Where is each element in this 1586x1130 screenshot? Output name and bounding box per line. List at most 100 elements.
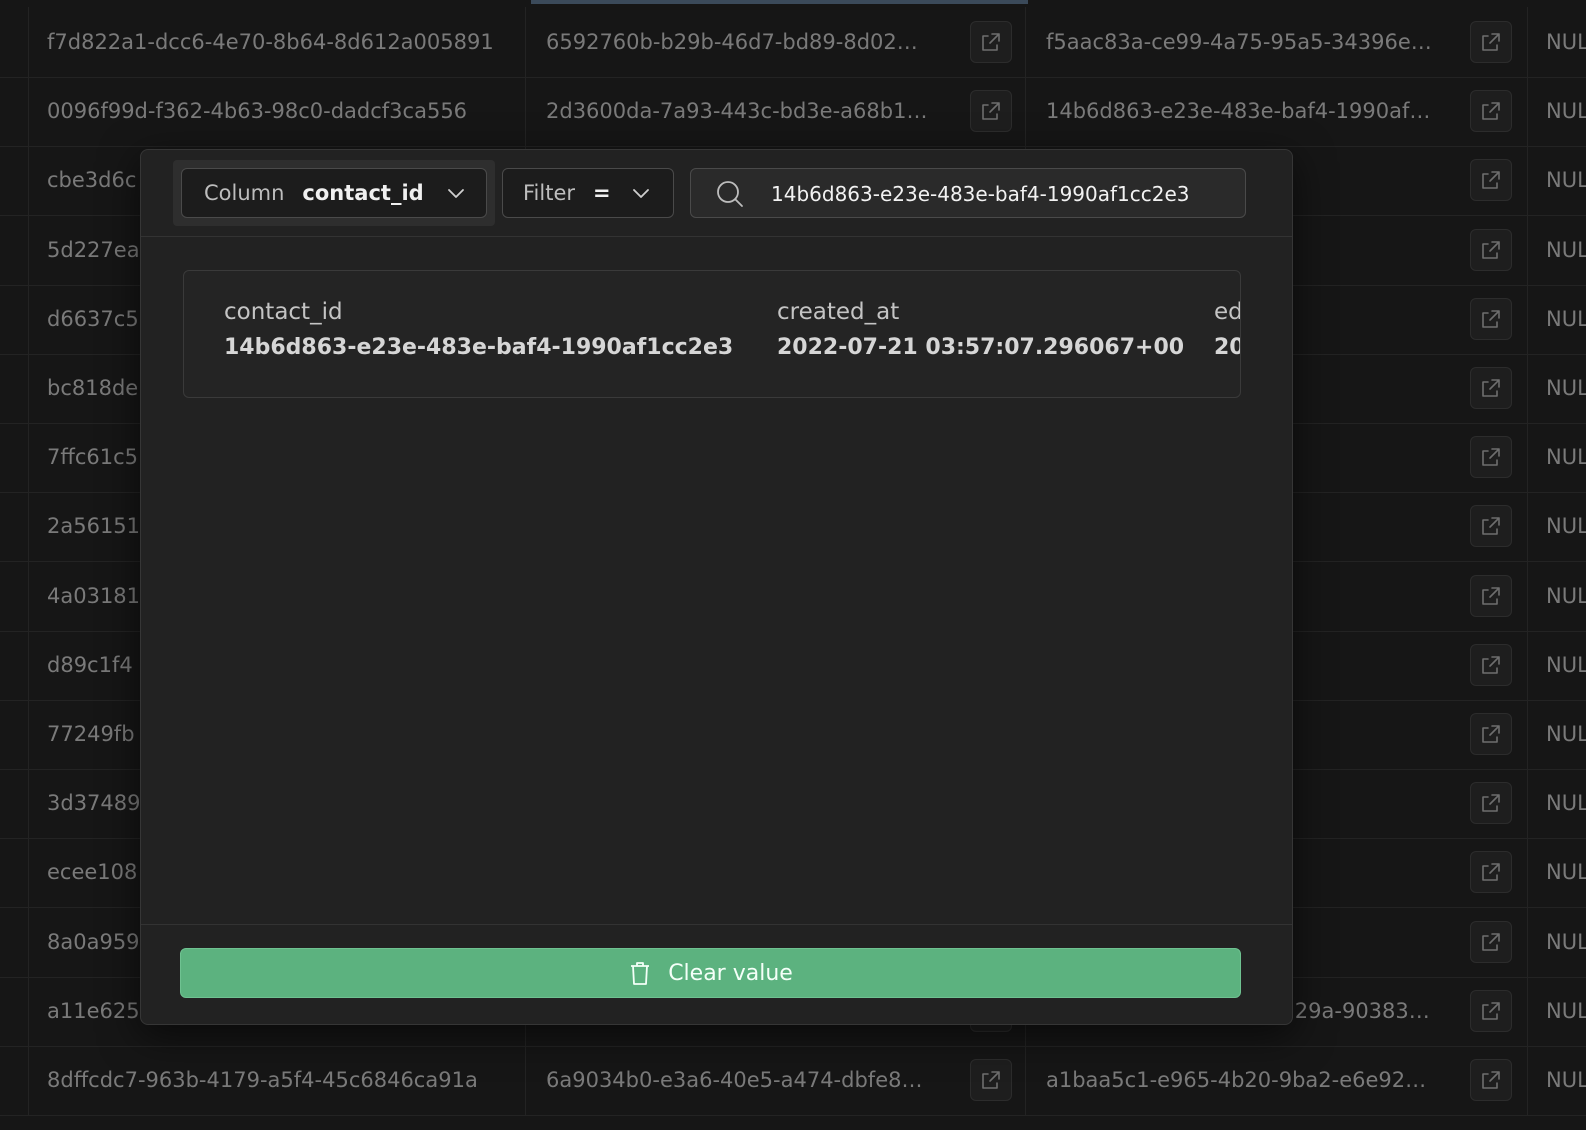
cell-id-text: 2a561515 [47, 514, 154, 539]
column-select-value: contact_id [302, 181, 424, 205]
external-link-icon[interactable] [1470, 505, 1512, 548]
cell-null-text: NUL [1546, 306, 1586, 331]
cell-id-text: ecee108 [47, 860, 138, 885]
cell-id-text: f7d822a1-dcc6-4e70-8b64-8d612a005891 [47, 30, 494, 54]
external-link-icon[interactable] [1470, 920, 1512, 963]
cell-id-text: 5d227ea [47, 237, 140, 262]
row-gutter [0, 353, 29, 423]
cell-reference-text: 6a9034b0-e3a6-40e5-a474-dbfe8… [546, 1068, 923, 1092]
result-field: contact_id 14b6d863-e23e-483e-baf4-1990af… [224, 299, 733, 360]
cell-null[interactable]: NUL [1528, 837, 1586, 907]
external-link-icon[interactable] [1470, 90, 1512, 133]
row-gutter [0, 975, 29, 1046]
cell-null-text: NUL [1546, 237, 1586, 262]
cell-id-text: 8dffcdc7-963b-4179-a5f4-45c6846ca91a [47, 1068, 478, 1092]
external-link-icon[interactable] [970, 21, 1012, 63]
cell-null[interactable]: NUL [1528, 76, 1586, 146]
table-row[interactable]: f7d822a1-dcc6-4e70-8b64-8d612a005891 6592… [0, 7, 1586, 78]
cell-null-text: NUL [1546, 791, 1586, 816]
selected-column-indicator [531, 0, 1028, 4]
filter-select-value: = [593, 181, 611, 205]
result-field-key: contact_id [224, 299, 343, 325]
row-gutter [0, 491, 29, 562]
row-gutter [0, 629, 29, 700]
cell-id-text: bc818de [47, 376, 139, 400]
cell-null[interactable]: NUL [1528, 561, 1586, 631]
cell-null[interactable]: NUL [1528, 215, 1586, 285]
cell-reference[interactable]: a1baa5c1-e965-4b20-9ba2-e6e92… [1026, 1045, 1528, 1115]
row-gutter [0, 145, 29, 216]
cell-null[interactable]: NUL [1528, 976, 1586, 1046]
cell-reference[interactable]: 6592760b-b29b-46d7-bd89-8d02… [526, 7, 1026, 77]
table-row[interactable]: 8dffcdc7-963b-4179-a5f4-45c6846ca91a 6a90… [0, 1045, 1586, 1116]
search-field [690, 168, 1246, 219]
cell-null-text: NUL [1546, 998, 1586, 1023]
cell-null[interactable]: NUL [1528, 768, 1586, 838]
cell-reference[interactable]: 6a9034b0-e3a6-40e5-a474-dbfe8… [526, 1045, 1026, 1115]
cell-null-text: NUL [1546, 652, 1586, 677]
external-link-icon[interactable] [1470, 159, 1512, 202]
external-link-icon[interactable] [970, 1059, 1012, 1101]
external-link-icon[interactable] [1470, 436, 1512, 479]
cell-id-text: 0096f99d-f362-4b63-98c0-dadcf3ca556 [47, 99, 468, 124]
cell-null[interactable]: NUL [1528, 491, 1586, 561]
cell-null[interactable]: NUL [1528, 145, 1586, 215]
cell-null-text: NUL [1546, 168, 1586, 193]
cell-null[interactable]: NUL [1528, 907, 1586, 977]
external-link-icon[interactable] [1470, 851, 1512, 894]
external-link-icon[interactable] [1470, 228, 1512, 271]
clear-value-label: Clear value [668, 960, 793, 986]
cell-reference[interactable]: 14b6d863-e23e-483e-baf4-1990af… [1026, 76, 1528, 147]
external-link-icon[interactable] [1470, 21, 1512, 63]
external-link-icon[interactable] [1470, 989, 1512, 1032]
cell-null[interactable]: NUL [1528, 7, 1586, 77]
row-gutter [0, 422, 29, 493]
cell-id[interactable]: 0096f99d-f362-4b63-98c0-dadcf3ca556 [29, 76, 526, 147]
filter-operator-select[interactable]: Filter = [502, 168, 674, 218]
cell-null[interactable]: NUL [1528, 284, 1586, 354]
cell-null-text: NUL [1546, 376, 1586, 400]
cell-id-text: cbe3d6c [47, 168, 137, 193]
cell-null-text: NUL [1546, 30, 1586, 54]
clear-value-button[interactable]: Clear value [180, 948, 1241, 998]
cell-id-text: d6637c5 [47, 306, 139, 331]
cell-null[interactable]: NUL [1528, 1045, 1586, 1115]
search-icon [715, 179, 745, 213]
cell-null[interactable]: NUL [1528, 422, 1586, 492]
cell-reference[interactable]: 2d3600da-7a93-443c-bd3e-a68b1… [526, 76, 1026, 147]
cell-reference-text: 6592760b-b29b-46d7-bd89-8d02… [546, 30, 918, 54]
column-select-wrapper: Column contact_id [173, 160, 495, 226]
cell-null[interactable]: NUL [1528, 699, 1586, 769]
cell-null-text: NUL [1546, 445, 1586, 470]
column-select[interactable]: Column contact_id [181, 168, 487, 218]
row-gutter [0, 1045, 29, 1115]
cell-id-text: 7ffc61c5 [47, 445, 139, 470]
search-input[interactable] [769, 169, 1233, 219]
cell-reference-text: 2d3600da-7a93-443c-bd3e-a68b1… [546, 99, 928, 124]
external-link-icon[interactable] [1470, 643, 1512, 686]
external-link-icon[interactable] [1470, 367, 1512, 409]
cell-reference-text: 14b6d863-e23e-483e-baf4-1990af… [1046, 99, 1431, 124]
cell-id[interactable]: 8dffcdc7-963b-4179-a5f4-45c6846ca91a [29, 1045, 526, 1115]
cell-reference-text: a1baa5c1-e965-4b20-9ba2-e6e92… [1046, 1068, 1427, 1092]
row-gutter [0, 699, 29, 769]
cell-null[interactable]: NUL [1528, 630, 1586, 700]
chevron-down-icon [446, 183, 466, 208]
row-gutter [0, 768, 29, 839]
column-select-label: Column [204, 181, 285, 205]
cell-reference-text: f5aac83a-ce99-4a75-95a5-34396e… [1046, 30, 1432, 54]
cell-null[interactable]: NUL [1528, 353, 1586, 423]
row-gutter [0, 7, 29, 77]
external-link-icon[interactable] [1470, 574, 1512, 617]
external-link-icon[interactable] [1470, 713, 1512, 755]
result-row[interactable]: contact_id 14b6d863-e23e-483e-baf4-1990af… [183, 270, 1241, 398]
table-row[interactable]: 0096f99d-f362-4b63-98c0-dadcf3ca556 2d360… [0, 76, 1586, 148]
cell-null-text: NUL [1546, 722, 1586, 746]
row-gutter [0, 76, 29, 147]
cell-reference[interactable]: f5aac83a-ce99-4a75-95a5-34396e… [1026, 7, 1528, 77]
external-link-icon[interactable] [1470, 782, 1512, 825]
external-link-icon[interactable] [970, 90, 1012, 133]
external-link-icon[interactable] [1470, 1059, 1512, 1101]
cell-id[interactable]: f7d822a1-dcc6-4e70-8b64-8d612a005891 [29, 7, 526, 77]
external-link-icon[interactable] [1470, 297, 1512, 340]
